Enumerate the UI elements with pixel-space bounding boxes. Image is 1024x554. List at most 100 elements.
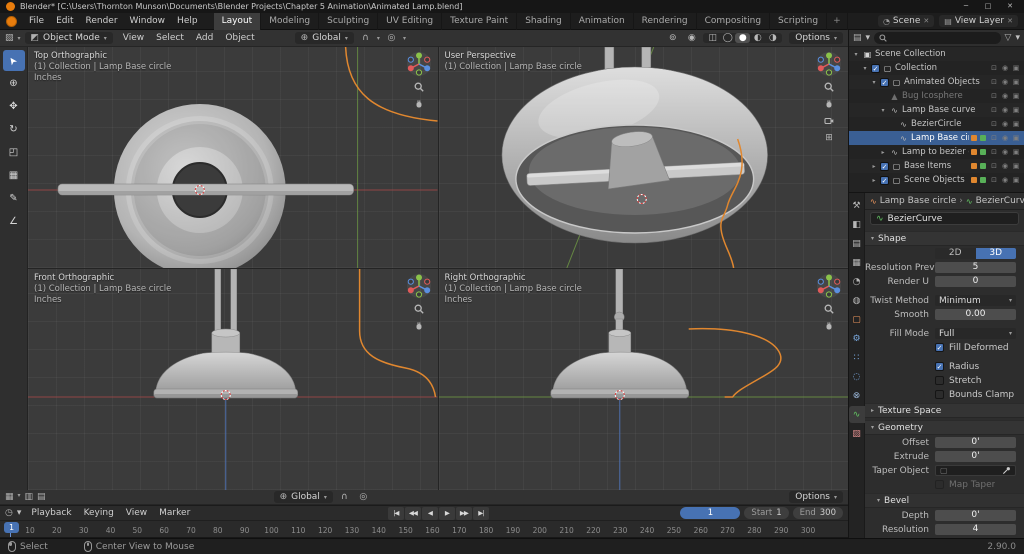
- offset-field[interactable]: 0': [935, 437, 1016, 448]
- twist-smooth-field[interactable]: 0.00: [935, 309, 1016, 320]
- options-menu[interactable]: Options ▾: [789, 32, 843, 44]
- properties-tab-world[interactable]: ◍: [849, 292, 865, 309]
- display-toggle-icon[interactable]: ⊡: [989, 120, 999, 128]
- navigation-gizmo[interactable]: [816, 51, 842, 77]
- move-tool[interactable]: ✥: [3, 96, 25, 117]
- outliner-item-label[interactable]: Bug Icosphere: [902, 91, 987, 101]
- shading-wireframe-icon[interactable]: ◯: [720, 33, 735, 43]
- fill-mode-select[interactable]: Full ▾: [935, 328, 1016, 339]
- expand-toggle-icon[interactable]: ▸: [879, 149, 887, 156]
- current-frame-field[interactable]: 1: [680, 507, 741, 519]
- viewport-quad-right[interactable]: Right Orthographic (1) Collection | Lamp…: [438, 269, 848, 490]
- zoom-view-icon[interactable]: [412, 80, 426, 94]
- outliner-item-label[interactable]: Lamp Base circle: [911, 133, 969, 143]
- workspace-tab-uv-editing[interactable]: UV Editing: [378, 12, 443, 30]
- menu-help[interactable]: Help: [171, 13, 204, 29]
- properties-tab-view-layer[interactable]: ▦: [849, 254, 865, 271]
- expand-toggle-icon[interactable]: ▾: [861, 65, 869, 72]
- bounds-clamp-checkbox[interactable]: [935, 390, 944, 399]
- workspace-tab-compositing[interactable]: Compositing: [697, 12, 771, 30]
- properties-tab-particles[interactable]: ∷: [849, 349, 865, 366]
- play-button[interactable]: ▶: [438, 506, 455, 520]
- options-menu[interactable]: Options ▾: [789, 491, 843, 503]
- menu-render[interactable]: Render: [80, 13, 124, 29]
- display-toggle-icon[interactable]: ⊡: [989, 148, 999, 156]
- properties-tab-object-data[interactable]: ∿: [848, 406, 865, 423]
- minimize-button[interactable]: ─: [956, 0, 976, 13]
- disable-in-render-icon[interactable]: ▣: [1011, 78, 1021, 86]
- timeline-menu-view[interactable]: View: [120, 505, 153, 521]
- viewport-quad-front[interactable]: Front Orthographic (1) Collection | Lamp…: [28, 269, 438, 490]
- snap-magnet-icon[interactable]: ∩: [358, 33, 373, 43]
- move-view-icon[interactable]: [412, 97, 426, 111]
- display-toggle-icon[interactable]: ⊡: [989, 134, 999, 142]
- jump-to-end-button[interactable]: ▶|: [472, 506, 489, 520]
- filter-icon[interactable]: ▽: [1005, 33, 1012, 43]
- previous-keyframe-button[interactable]: ◀◀: [404, 506, 421, 520]
- properties-tab-material[interactable]: ▨: [849, 425, 865, 442]
- render-u-field[interactable]: 0: [935, 276, 1016, 287]
- transform-orientation-select[interactable]: ⊕ Global ▾: [273, 491, 333, 503]
- disable-in-render-icon[interactable]: ▣: [1011, 176, 1021, 184]
- properties-tab-tool[interactable]: ⚒: [849, 197, 865, 214]
- outliner-editor-icon[interactable]: ▤: [853, 33, 862, 43]
- navigation-gizmo[interactable]: [406, 51, 432, 77]
- viewport-quad-top[interactable]: Top Orthographic (1) Collection | Lamp B…: [28, 47, 438, 268]
- disable-in-render-icon[interactable]: ▣: [1011, 120, 1021, 128]
- outliner-row[interactable]: ∿ BezierCircle ⊡ ◉ ▣: [849, 117, 1024, 131]
- workspace-tab-animation[interactable]: Animation: [571, 12, 634, 30]
- collection-checkbox[interactable]: ✓: [880, 161, 889, 171]
- workspace-tab-rendering[interactable]: Rendering: [634, 12, 697, 30]
- proportional-editing-icon[interactable]: ◎: [384, 33, 399, 43]
- expand-toggle-icon[interactable]: ▾: [879, 107, 887, 114]
- show-overlays-icon[interactable]: ◉: [684, 33, 699, 43]
- timeline-menu-keying[interactable]: Keying: [78, 505, 120, 521]
- next-keyframe-button[interactable]: ▶▶: [455, 506, 472, 520]
- curve-dimension-3d-button[interactable]: 3D: [975, 248, 1016, 259]
- maximize-button[interactable]: □: [978, 0, 998, 13]
- timeline-menu-playback[interactable]: Playback: [25, 505, 77, 521]
- outliner-row[interactable]: ▾ ▣ Scene Collection: [849, 47, 1024, 61]
- hide-in-viewport-icon[interactable]: ◉: [1000, 64, 1010, 72]
- unlink-scene-icon[interactable]: ✕: [923, 17, 929, 25]
- map-taper-checkbox[interactable]: [935, 480, 944, 489]
- workspace-tab-modeling[interactable]: Modeling: [261, 12, 320, 30]
- expand-toggle-icon[interactable]: ▾: [870, 79, 878, 86]
- disable-in-render-icon[interactable]: ▣: [1011, 106, 1021, 114]
- move-view-icon[interactable]: [412, 319, 426, 333]
- shading-rendered-icon[interactable]: ◑: [765, 33, 780, 43]
- navigation-gizmo[interactable]: [816, 273, 842, 299]
- proportional-editing-icon[interactable]: ◎: [356, 492, 371, 502]
- resolution-preview-u-field[interactable]: 5: [935, 262, 1016, 273]
- add-workspace-button[interactable]: +: [827, 12, 848, 30]
- collection-checkbox[interactable]: ✓: [871, 63, 880, 73]
- outliner-item-label[interactable]: Scene Objects: [904, 175, 969, 185]
- section-shape[interactable]: ▾ Shape: [865, 231, 1024, 246]
- toggle-perspective-icon[interactable]: ⊞: [822, 131, 836, 145]
- zoom-view-icon[interactable]: [822, 80, 836, 94]
- remove-view-layer-icon[interactable]: ✕: [1007, 17, 1013, 25]
- properties-tab-scene[interactable]: ◔: [849, 273, 865, 290]
- outliner-search-input[interactable]: [874, 32, 1001, 44]
- editor-type-icon[interactable]: ▧: [5, 33, 14, 43]
- display-toggle-icon[interactable]: ⊡: [989, 64, 999, 72]
- stretch-checkbox[interactable]: [935, 376, 944, 385]
- rotate-tool[interactable]: ↻: [3, 119, 25, 140]
- outliner-item-label[interactable]: Animated Objects: [904, 77, 987, 87]
- snap-target-icon[interactable]: ▤: [37, 492, 46, 502]
- bevel-depth-field[interactable]: 0': [935, 510, 1016, 521]
- disable-in-render-icon[interactable]: ▣: [1011, 134, 1021, 142]
- viewport-quad-perspective[interactable]: User Perspective (1) Collection | Lamp B…: [438, 47, 848, 268]
- bevel-resolution-field[interactable]: 4: [935, 524, 1016, 535]
- hide-in-viewport-icon[interactable]: ◉: [1000, 92, 1010, 100]
- taper-object-field[interactable]: ▢: [935, 465, 1016, 476]
- properties-tab-physics[interactable]: ◌: [849, 368, 865, 385]
- navigation-gizmo[interactable]: [406, 273, 432, 299]
- radius-checkbox[interactable]: ✓: [935, 362, 944, 371]
- select-box-tool[interactable]: ➤: [2, 50, 25, 71]
- toggle-xray-icon[interactable]: ◫: [705, 33, 720, 43]
- outliner-row[interactable]: ▸ ✓ ▢ Scene Objects ⊡ ◉ ▣: [849, 173, 1024, 187]
- hide-in-viewport-icon[interactable]: ◉: [1000, 120, 1010, 128]
- workspace-tab-layout[interactable]: Layout: [213, 12, 262, 30]
- disable-in-render-icon[interactable]: ▣: [1011, 148, 1021, 156]
